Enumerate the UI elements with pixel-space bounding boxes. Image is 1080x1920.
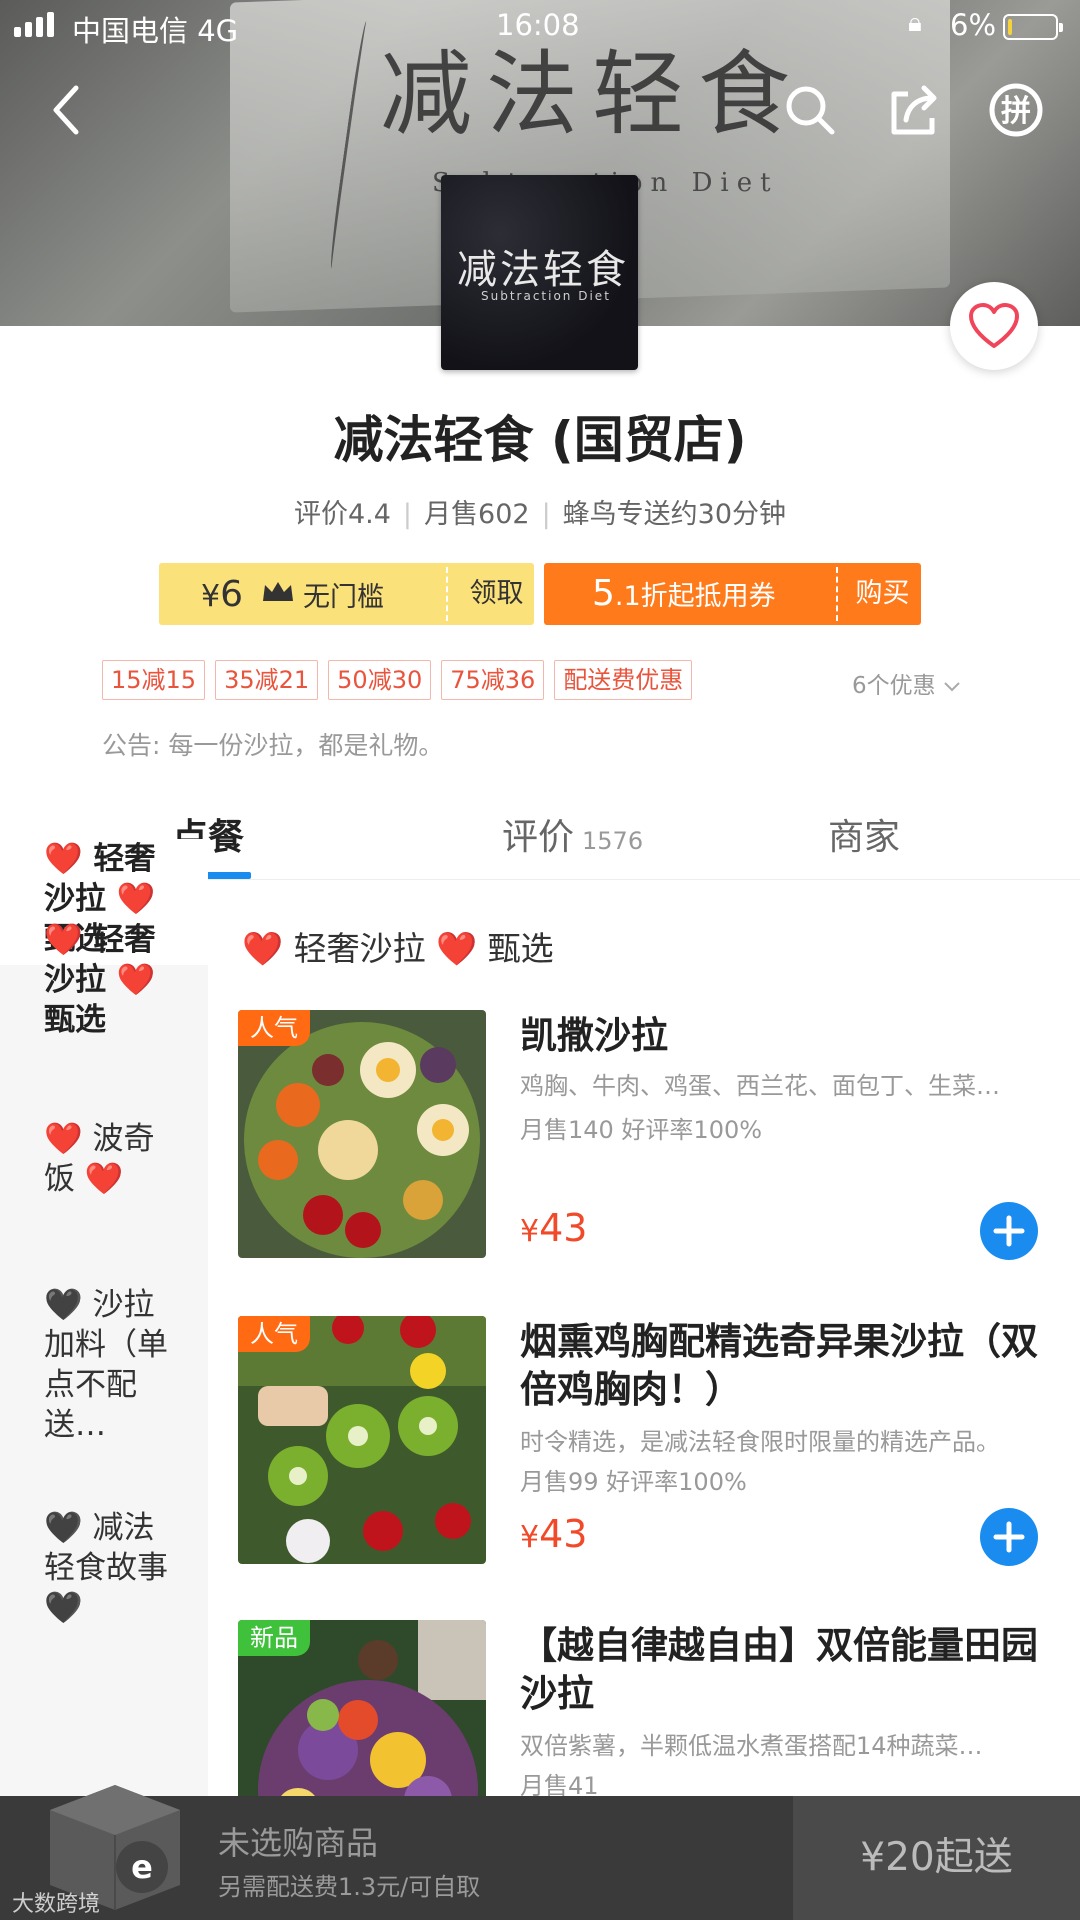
dish-price: ¥43 (520, 1206, 588, 1250)
store-notice: 公告: 每一份沙拉，都是礼物。 (102, 731, 444, 760)
svg-text:拼: 拼 (1001, 94, 1031, 129)
dish-item[interactable]: 人气 烟熏鸡胸配精选奇异果沙拉（双倍鸡胸肉！） 时令精选，是减法轻食限时限量的精… (238, 1316, 1068, 1566)
dish-image: 人气 (238, 1316, 486, 1564)
dish-image: 新品 (238, 1620, 486, 1796)
sidebar-item-brand-story[interactable]: 🖤 减法轻食故事 🖤 (0, 1508, 208, 1628)
chevron-down-icon (944, 682, 960, 692)
popular-badge: 人气 (238, 1010, 310, 1046)
svg-text:e: e (131, 1848, 153, 1886)
shop-delivery-info: 蜂鸟专送约30分钟 (562, 499, 787, 530)
coupon-amount: ¥6 (201, 573, 243, 615)
dish-description: 双倍紫薯，半颗低温水煮蛋搭配14种蔬菜… (520, 1732, 983, 1760)
promo-tag: 75减36 (441, 660, 545, 700)
buy-voucher-button[interactable]: 购买 (844, 563, 921, 625)
promo-tag: 50减30 (328, 660, 432, 700)
add-to-cart-button[interactable] (980, 1202, 1038, 1260)
coupon-condition: 无门槛 (303, 581, 384, 613)
share-icon[interactable] (884, 80, 944, 140)
dish-name: 【越自律越自由】双倍能量田园沙拉 (520, 1624, 1038, 1715)
sidebar-item-salad-addons[interactable]: 🖤 沙拉加料（单点不配送… (0, 1285, 208, 1445)
shop-monthly-sales: 月售602 (424, 499, 530, 530)
sidebar-item-poke-bowl[interactable]: ❤️ 波奇饭 ❤️ (0, 1119, 208, 1199)
tab-merchant[interactable]: 商家 (828, 808, 900, 860)
carrier-label: 中国电信 4G (72, 14, 239, 48)
promo-tag: 配送费优惠 (554, 660, 693, 700)
signal-icon (14, 12, 54, 37)
checkout-button[interactable]: ¥20起送 (793, 1796, 1080, 1920)
more-promotions-toggle[interactable]: 6个优惠 (852, 666, 961, 700)
shop-meta: 评价4.4 | 月售602 | 蜂鸟专送约30分钟 (293, 499, 787, 530)
clock: 16:08 (496, 8, 580, 42)
rotation-lock-icon: 🔒︎ (908, 8, 922, 38)
dish-description: 时令精选，是减法轻食限时限量的精选产品。 (520, 1428, 1000, 1456)
no-threshold-coupon[interactable]: ¥6 无门槛 领取 (159, 563, 534, 625)
delivery-fee-note: 另需配送费1.3元/可自取 (218, 1873, 481, 1901)
dish-price: ¥43 (520, 1512, 588, 1556)
popular-badge: 人气 (238, 1316, 310, 1352)
claim-coupon-button[interactable]: 领取 (459, 563, 534, 625)
dish-item[interactable]: 人气 凯撒沙拉 鸡胸、牛肉、鸡蛋、西兰花、面包丁、生菜… 月售140 好评率10… (238, 1010, 1068, 1260)
dish-sales: 月售99 好评率100% (520, 1468, 747, 1496)
category-title: ❤️ 轻奢沙拉 ❤️ 甄选 (242, 929, 554, 968)
add-to-cart-button[interactable] (980, 1508, 1038, 1566)
group-order-icon[interactable]: 拼 (986, 80, 1046, 140)
voucher-text: 5.1折起抵用券 (592, 573, 776, 614)
shop-name: 减法轻食 (国贸店) (333, 411, 747, 469)
dish-image: 人气 (238, 1010, 486, 1258)
sidebar-active-label[interactable]: ❤️ 轻奢沙拉 ❤️ 甄选 (0, 920, 208, 1040)
favorite-button[interactable] (950, 282, 1038, 370)
store-logo: 减法轻食 Subtraction Diet (441, 175, 638, 370)
new-badge: 新品 (238, 1620, 310, 1656)
dish-description: 鸡胸、牛肉、鸡蛋、西兰花、面包丁、生菜… (520, 1072, 1000, 1100)
tab-review[interactable]: 评价 1576 (502, 808, 643, 860)
dish-sales: 月售41 (520, 1772, 599, 1796)
dish-name: 凯撒沙拉 (520, 1014, 668, 1057)
shop-rating: 评价4.4 (293, 499, 391, 530)
more-promotions-label: 6个优惠 (852, 673, 936, 699)
plus-icon (993, 1215, 1025, 1247)
watermark-text: 大数跨境 (12, 1892, 101, 1917)
back-icon[interactable] (40, 80, 100, 140)
plus-icon (993, 1521, 1025, 1553)
status-bar: 中国电信 4G 16:08 🔒︎ 6% (0, 0, 1080, 52)
dish-item[interactable]: 新品 【越自律越自由】双倍能量田园沙拉 双倍紫薯，半颗低温水煮蛋搭配14种蔬菜…… (238, 1620, 1068, 1796)
promo-tag: 15减15 (102, 660, 206, 700)
crown-icon (261, 579, 295, 609)
search-icon[interactable] (780, 80, 840, 140)
tab-review-label: 评价 (502, 817, 575, 858)
battery-percent: 6% (950, 8, 997, 42)
cart-status: 未选购商品 (218, 1824, 379, 1862)
dish-sales: 月售140 好评率100% (520, 1116, 763, 1144)
battery-icon (1003, 14, 1063, 40)
review-count: 1576 (582, 827, 644, 855)
heart-icon (969, 303, 1019, 348)
logo-text: 减法轻食 (457, 247, 629, 293)
promo-tag: 35减21 (215, 660, 319, 700)
logo-subtext: Subtraction Diet (481, 289, 611, 303)
promotion-tags: 15减15 35减21 50减30 75减36 配送费优惠 (102, 660, 693, 700)
dish-name: 烟熏鸡胸配精选奇异果沙拉（双倍鸡胸肉！） (520, 1320, 1038, 1411)
discount-voucher[interactable]: 5.1折起抵用券 购买 (544, 563, 921, 625)
